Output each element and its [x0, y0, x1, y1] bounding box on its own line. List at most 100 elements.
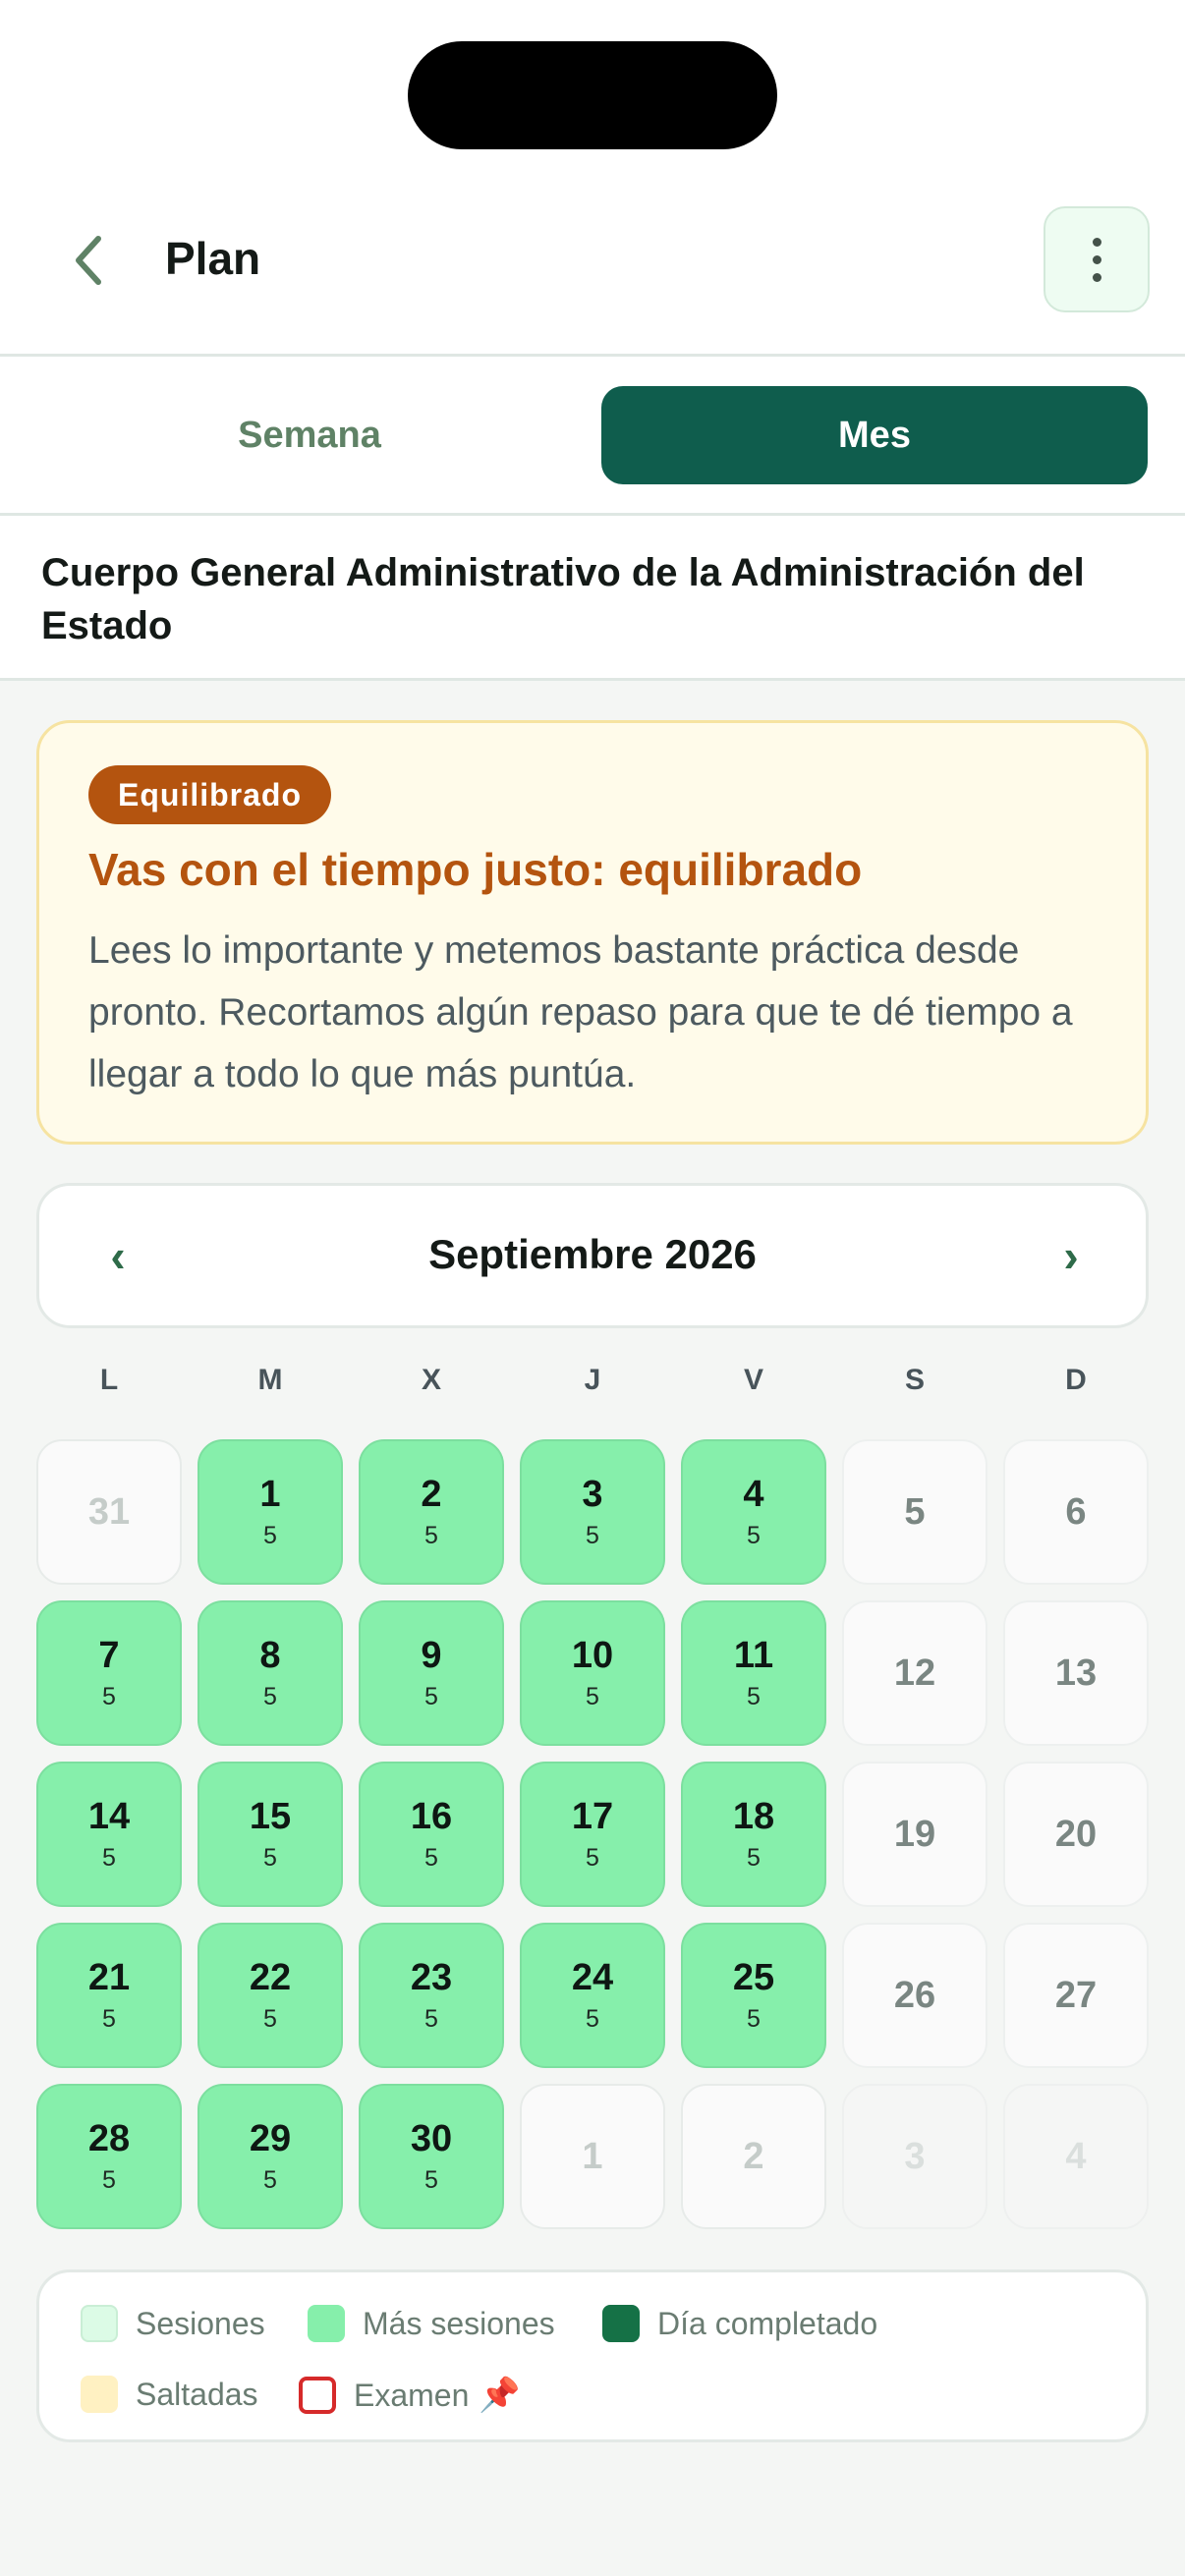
- session-count: 5: [424, 1844, 438, 1872]
- day-number: 17: [571, 1796, 614, 1837]
- back-button[interactable]: [54, 226, 123, 295]
- legend-swatch: [81, 2376, 118, 2413]
- session-count: 5: [102, 1683, 116, 1710]
- session-count: 5: [424, 1683, 438, 1710]
- calendar-day[interactable]: 35: [520, 1439, 665, 1585]
- calendar-day[interactable]: 25: [359, 1439, 504, 1585]
- calendar-day[interactable]: 10 5: [520, 1600, 665, 1746]
- day-number: 25: [732, 1957, 775, 1998]
- session-count: 5: [747, 1522, 761, 1549]
- calendar-day[interactable]: 6: [1003, 1439, 1149, 1585]
- session-count: 5: [586, 2005, 599, 2033]
- calendar-day[interactable]: 28 5: [36, 2084, 182, 2229]
- calendar-day[interactable]: 25 5: [681, 1923, 826, 2068]
- day-number: 15: [249, 1796, 292, 1837]
- pace-badge: Equilibrado: [88, 765, 331, 824]
- legend-label: Sesiones: [136, 2305, 265, 2341]
- calendar-day[interactable]: 14 5: [36, 1762, 182, 1907]
- dynamic-island: [408, 41, 777, 149]
- calendar-day[interactable]: 17 5: [520, 1762, 665, 1907]
- calendar-day[interactable]: 29 5: [198, 2084, 343, 2229]
- calendar-day: 2: [681, 2084, 826, 2229]
- calendar-day[interactable]: 27: [1003, 1923, 1149, 2068]
- session-count: 5: [263, 1522, 277, 1549]
- day-number: 3: [582, 1474, 603, 1515]
- calendar-day[interactable]: 75: [36, 1600, 182, 1746]
- calendar-day[interactable]: 21 5: [36, 1923, 182, 2068]
- session-count: 5: [263, 1844, 277, 1872]
- notice-title: Vas con el tiempo justo: equilibrado: [88, 844, 863, 895]
- session-count: 5: [586, 1522, 599, 1549]
- calendar-day[interactable]: 16 5: [359, 1762, 504, 1907]
- calendar-day[interactable]: 5: [842, 1439, 988, 1585]
- more-vertical-icon-dot: [1092, 272, 1101, 282]
- calendar-day[interactable]: 23 5: [359, 1923, 504, 2068]
- day-number: 1: [259, 1474, 281, 1515]
- legend-item-mas-sesiones: Más sesiones: [308, 2305, 555, 2342]
- day-number: 11: [733, 1635, 774, 1676]
- calendar-day[interactable]: 30 5: [359, 2084, 504, 2229]
- calendar-day[interactable]: 95: [359, 1600, 504, 1746]
- divider: [0, 678, 1185, 681]
- legend-label: Día completado: [657, 2305, 878, 2341]
- session-count: 5: [102, 2166, 116, 2194]
- calendar-legend: Sesiones Más sesiones Día completado Sal…: [36, 2269, 1149, 2442]
- day-number: 24: [571, 1957, 614, 1998]
- legend-item-saltadas: Saltadas: [81, 2376, 258, 2413]
- day-number: 12: [893, 1652, 936, 1694]
- day-number: 2: [421, 1474, 442, 1515]
- day-number: 27: [1054, 1975, 1098, 2016]
- calendar-day[interactable]: 24 5: [520, 1923, 665, 2068]
- day-number: 3: [904, 2136, 926, 2177]
- month-title: Septiembre 2026: [428, 1231, 757, 1277]
- day-number: 18: [732, 1796, 775, 1837]
- legend-label: Examen: [354, 2377, 470, 2413]
- day-number: 31: [87, 1491, 131, 1533]
- calendar-day[interactable]: 12: [842, 1600, 988, 1746]
- more-vertical-icon-dot: [1092, 254, 1101, 264]
- tab-mes[interactable]: Mes: [601, 386, 1148, 484]
- calendar-day[interactable]: 26: [842, 1923, 988, 2068]
- day-number: 28: [87, 2118, 131, 2159]
- session-count: 5: [263, 2005, 277, 2033]
- calendar-day[interactable]: 85: [198, 1600, 343, 1746]
- calendar-day[interactable]: 19: [842, 1762, 988, 1907]
- day-number: 29: [249, 2118, 292, 2159]
- chevron-left-icon: [76, 236, 101, 285]
- day-number: 26: [893, 1975, 936, 2016]
- legend-label: Más sesiones: [363, 2305, 555, 2341]
- calendar-day[interactable]: 15 5: [198, 1762, 343, 1907]
- calendar-day[interactable]: 22 5: [198, 1923, 343, 2068]
- session-count: 5: [586, 1844, 599, 1872]
- calendar-day[interactable]: 18 5: [681, 1762, 826, 1907]
- calendar-day[interactable]: 13: [1003, 1600, 1149, 1746]
- session-count: 5: [586, 1683, 599, 1710]
- calendar-day[interactable]: 45: [681, 1439, 826, 1585]
- weekday-label: X: [421, 1364, 441, 1396]
- calendar-day: 4: [1003, 2084, 1149, 2229]
- pace-notice-card: Equilibrado Vas con el tiempo justo: equ…: [36, 720, 1149, 1145]
- day-number: 23: [410, 1957, 453, 1998]
- day-number: 9: [421, 1635, 442, 1676]
- day-number: 16: [410, 1796, 453, 1837]
- more-options-button[interactable]: [1044, 206, 1150, 312]
- next-month-button[interactable]: ›: [1037, 1221, 1105, 1290]
- weekday-header: LMXJVSD: [36, 1364, 1149, 1403]
- calendar-day[interactable]: 11 5: [681, 1600, 826, 1746]
- calendar-day: 1: [520, 2084, 665, 2229]
- weekday-label: L: [99, 1364, 119, 1396]
- day-number: 30: [410, 2118, 453, 2159]
- day-number: 6: [1065, 1491, 1087, 1533]
- calendar-day[interactable]: 15: [198, 1439, 343, 1585]
- day-number: 7: [98, 1635, 120, 1676]
- calendar-day[interactable]: 20: [1003, 1762, 1149, 1907]
- session-count: 5: [424, 2005, 438, 2033]
- legend-swatch: [602, 2305, 640, 2342]
- day-number: 14: [87, 1796, 131, 1837]
- plan-subtitle: Cuerpo General Administrativo de la Admi…: [41, 551, 1085, 647]
- tab-semana[interactable]: Semana: [36, 386, 583, 484]
- session-count: 5: [263, 1683, 277, 1710]
- day-number: 8: [259, 1635, 281, 1676]
- session-count: 5: [747, 1683, 761, 1710]
- more-vertical-icon: [1092, 237, 1101, 247]
